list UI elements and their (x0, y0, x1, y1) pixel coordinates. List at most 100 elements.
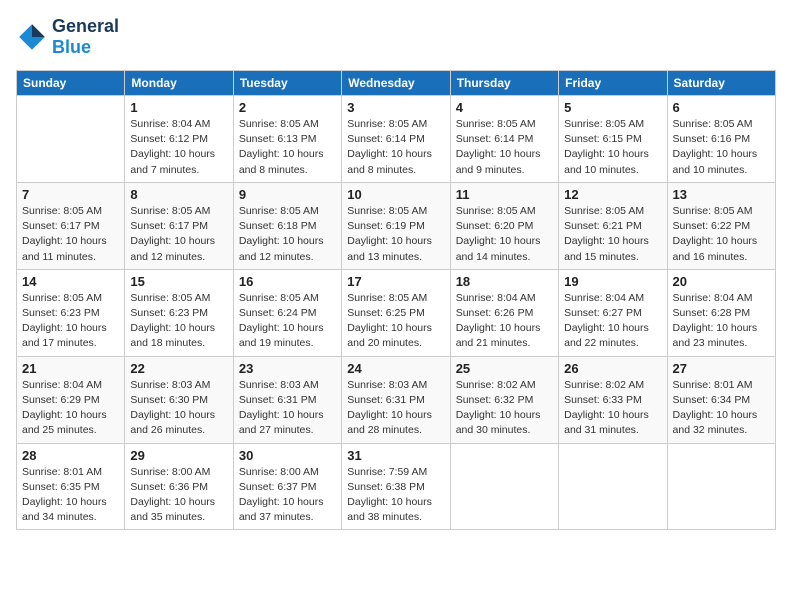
calendar-header-tuesday: Tuesday (233, 71, 341, 96)
calendar-cell (17, 96, 125, 183)
calendar-cell: 10 Sunrise: 8:05 AMSunset: 6:19 PMDayligh… (342, 182, 450, 269)
day-info: Sunrise: 8:05 AMSunset: 6:23 PMDaylight:… (22, 291, 119, 352)
day-info: Sunrise: 8:00 AMSunset: 6:37 PMDaylight:… (239, 465, 336, 526)
calendar-header-sunday: Sunday (17, 71, 125, 96)
day-number: 1 (130, 100, 227, 115)
day-number: 9 (239, 187, 336, 202)
day-number: 10 (347, 187, 444, 202)
day-info: Sunrise: 8:05 AMSunset: 6:17 PMDaylight:… (22, 204, 119, 265)
day-info: Sunrise: 8:01 AMSunset: 6:35 PMDaylight:… (22, 465, 119, 526)
day-info: Sunrise: 8:01 AMSunset: 6:34 PMDaylight:… (673, 378, 770, 439)
day-info: Sunrise: 8:05 AMSunset: 6:19 PMDaylight:… (347, 204, 444, 265)
day-number: 5 (564, 100, 661, 115)
logo-text: General Blue (52, 16, 119, 58)
calendar-header-monday: Monday (125, 71, 233, 96)
day-info: Sunrise: 8:05 AMSunset: 6:24 PMDaylight:… (239, 291, 336, 352)
day-info: Sunrise: 8:00 AMSunset: 6:36 PMDaylight:… (130, 465, 227, 526)
calendar-cell: 13 Sunrise: 8:05 AMSunset: 6:22 PMDayligh… (667, 182, 775, 269)
calendar-cell: 21 Sunrise: 8:04 AMSunset: 6:29 PMDayligh… (17, 356, 125, 443)
day-info: Sunrise: 8:03 AMSunset: 6:31 PMDaylight:… (347, 378, 444, 439)
calendar-week-1: 1 Sunrise: 8:04 AMSunset: 6:12 PMDaylight… (17, 96, 776, 183)
calendar-cell: 19 Sunrise: 8:04 AMSunset: 6:27 PMDayligh… (559, 269, 667, 356)
calendar-header-friday: Friday (559, 71, 667, 96)
calendar-cell: 18 Sunrise: 8:04 AMSunset: 6:26 PMDayligh… (450, 269, 558, 356)
calendar-cell: 22 Sunrise: 8:03 AMSunset: 6:30 PMDayligh… (125, 356, 233, 443)
logo: General Blue (16, 16, 119, 58)
calendar-cell: 25 Sunrise: 8:02 AMSunset: 6:32 PMDayligh… (450, 356, 558, 443)
day-info: Sunrise: 8:04 AMSunset: 6:27 PMDaylight:… (564, 291, 661, 352)
day-info: Sunrise: 8:05 AMSunset: 6:22 PMDaylight:… (673, 204, 770, 265)
calendar-table: SundayMondayTuesdayWednesdayThursdayFrid… (16, 70, 776, 530)
calendar-week-3: 14Sunrise: 8:05 AMSunset: 6:23 PMDayligh… (17, 269, 776, 356)
calendar-week-5: 28 Sunrise: 8:01 AMSunset: 6:35 PMDayligh… (17, 443, 776, 530)
day-info: Sunrise: 8:05 AMSunset: 6:14 PMDaylight:… (456, 117, 553, 178)
calendar-cell: 29Sunrise: 8:00 AMSunset: 6:36 PMDayligh… (125, 443, 233, 530)
calendar-cell: 15 Sunrise: 8:05 AMSunset: 6:23 PMDayligh… (125, 269, 233, 356)
day-number: 27 (673, 361, 770, 376)
day-number: 21 (22, 361, 119, 376)
calendar-cell: 26Sunrise: 8:02 AMSunset: 6:33 PMDayligh… (559, 356, 667, 443)
calendar-cell: 9Sunrise: 8:05 AMSunset: 6:18 PMDaylight… (233, 182, 341, 269)
day-number: 19 (564, 274, 661, 289)
calendar-cell: 6Sunrise: 8:05 AMSunset: 6:16 PMDaylight… (667, 96, 775, 183)
day-info: Sunrise: 8:05 AMSunset: 6:17 PMDaylight:… (130, 204, 227, 265)
calendar-week-2: 7Sunrise: 8:05 AMSunset: 6:17 PMDaylight… (17, 182, 776, 269)
page-header: General Blue (16, 16, 776, 58)
calendar-cell: 3 Sunrise: 8:05 AMSunset: 6:14 PMDaylight… (342, 96, 450, 183)
calendar-header-saturday: Saturday (667, 71, 775, 96)
day-number: 18 (456, 274, 553, 289)
day-number: 23 (239, 361, 336, 376)
day-number: 22 (130, 361, 227, 376)
day-info: Sunrise: 8:04 AMSunset: 6:28 PMDaylight:… (673, 291, 770, 352)
calendar-cell: 7Sunrise: 8:05 AMSunset: 6:17 PMDaylight… (17, 182, 125, 269)
day-number: 24 (347, 361, 444, 376)
calendar-cell: 17 Sunrise: 8:05 AMSunset: 6:25 PMDayligh… (342, 269, 450, 356)
calendar-cell: 23 Sunrise: 8:03 AMSunset: 6:31 PMDayligh… (233, 356, 341, 443)
day-number: 30 (239, 448, 336, 463)
day-info: Sunrise: 8:04 AMSunset: 6:12 PMDaylight:… (130, 117, 227, 178)
calendar-cell: 4 Sunrise: 8:05 AMSunset: 6:14 PMDaylight… (450, 96, 558, 183)
day-number: 8 (130, 187, 227, 202)
calendar-cell: 16 Sunrise: 8:05 AMSunset: 6:24 PMDayligh… (233, 269, 341, 356)
calendar-body: 1 Sunrise: 8:04 AMSunset: 6:12 PMDaylight… (17, 96, 776, 530)
calendar-cell: 12 Sunrise: 8:05 AMSunset: 6:21 PMDayligh… (559, 182, 667, 269)
calendar-cell: 11Sunrise: 8:05 AMSunset: 6:20 PMDayligh… (450, 182, 558, 269)
day-number: 28 (22, 448, 119, 463)
calendar-cell: 24 Sunrise: 8:03 AMSunset: 6:31 PMDayligh… (342, 356, 450, 443)
calendar-cell (667, 443, 775, 530)
day-info: Sunrise: 8:04 AMSunset: 6:29 PMDaylight:… (22, 378, 119, 439)
day-number: 25 (456, 361, 553, 376)
day-info: Sunrise: 7:59 AMSunset: 6:38 PMDaylight:… (347, 465, 444, 526)
day-number: 17 (347, 274, 444, 289)
calendar-cell (450, 443, 558, 530)
calendar-header-wednesday: Wednesday (342, 71, 450, 96)
day-info: Sunrise: 8:02 AMSunset: 6:32 PMDaylight:… (456, 378, 553, 439)
day-info: Sunrise: 8:05 AMSunset: 6:13 PMDaylight:… (239, 117, 336, 178)
day-number: 16 (239, 274, 336, 289)
day-number: 3 (347, 100, 444, 115)
day-number: 20 (673, 274, 770, 289)
day-number: 4 (456, 100, 553, 115)
day-number: 31 (347, 448, 444, 463)
calendar-cell: 28 Sunrise: 8:01 AMSunset: 6:35 PMDayligh… (17, 443, 125, 530)
day-info: Sunrise: 8:05 AMSunset: 6:21 PMDaylight:… (564, 204, 661, 265)
calendar-cell: 8 Sunrise: 8:05 AMSunset: 6:17 PMDaylight… (125, 182, 233, 269)
day-info: Sunrise: 8:05 AMSunset: 6:25 PMDaylight:… (347, 291, 444, 352)
day-info: Sunrise: 8:04 AMSunset: 6:26 PMDaylight:… (456, 291, 553, 352)
calendar-cell: 30 Sunrise: 8:00 AMSunset: 6:37 PMDayligh… (233, 443, 341, 530)
calendar-header-row: SundayMondayTuesdayWednesdayThursdayFrid… (17, 71, 776, 96)
day-info: Sunrise: 8:03 AMSunset: 6:30 PMDaylight:… (130, 378, 227, 439)
day-number: 15 (130, 274, 227, 289)
calendar-week-4: 21 Sunrise: 8:04 AMSunset: 6:29 PMDayligh… (17, 356, 776, 443)
day-info: Sunrise: 8:03 AMSunset: 6:31 PMDaylight:… (239, 378, 336, 439)
day-number: 12 (564, 187, 661, 202)
day-number: 2 (239, 100, 336, 115)
day-info: Sunrise: 8:05 AMSunset: 6:23 PMDaylight:… (130, 291, 227, 352)
day-number: 11 (456, 187, 553, 202)
calendar-cell: 27 Sunrise: 8:01 AMSunset: 6:34 PMDayligh… (667, 356, 775, 443)
calendar-cell: 31 Sunrise: 7:59 AMSunset: 6:38 PMDayligh… (342, 443, 450, 530)
day-number: 13 (673, 187, 770, 202)
day-info: Sunrise: 8:05 AMSunset: 6:14 PMDaylight:… (347, 117, 444, 178)
calendar-cell: 20 Sunrise: 8:04 AMSunset: 6:28 PMDayligh… (667, 269, 775, 356)
day-info: Sunrise: 8:05 AMSunset: 6:15 PMDaylight:… (564, 117, 661, 178)
